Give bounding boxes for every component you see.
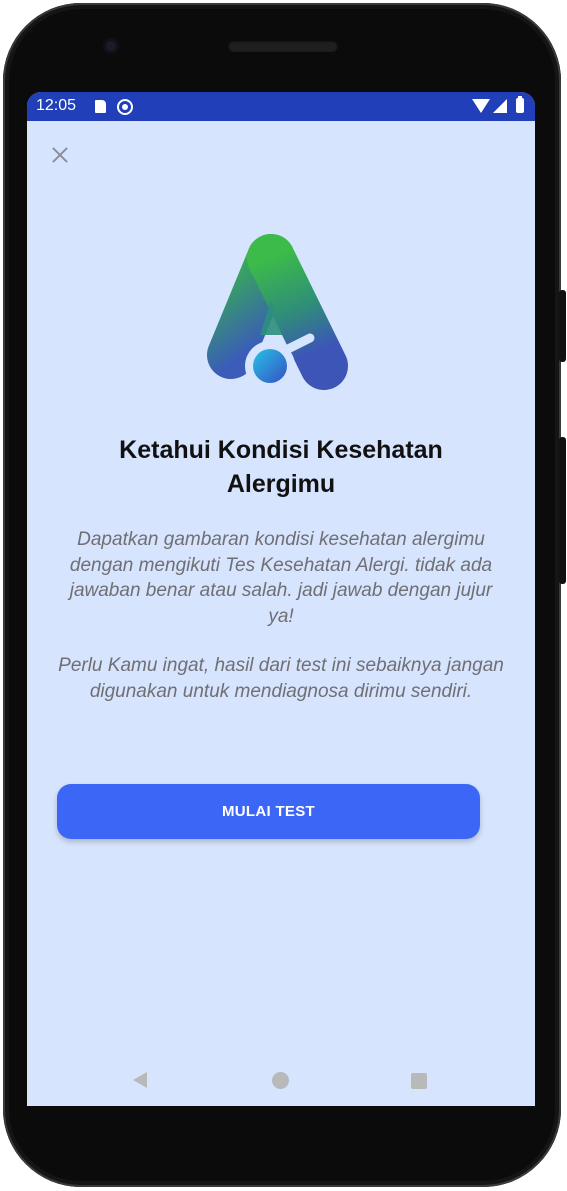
home-icon[interactable] xyxy=(272,1072,289,1089)
close-icon[interactable] xyxy=(49,144,71,166)
back-icon[interactable] xyxy=(133,1072,147,1088)
status-bar: 12:05 xyxy=(27,92,535,121)
battery-icon xyxy=(516,96,524,113)
description-paragraph: Dapatkan gambaran kondisi kesehatan aler… xyxy=(69,529,493,627)
status-time: 12:05 xyxy=(36,97,77,114)
earpiece-speaker xyxy=(228,40,338,52)
power-button xyxy=(559,290,566,362)
wifi-icon xyxy=(472,99,490,113)
navigation-bar xyxy=(27,1052,535,1112)
sd-card-icon xyxy=(95,100,106,113)
app-screen: 12:05 Ketahui Kondisi Kesehatan Alergimu… xyxy=(27,92,535,1106)
volume-button xyxy=(559,437,566,584)
disclaimer-paragraph: Perlu Kamu ingat, hasil dari test ini se… xyxy=(58,655,504,702)
signal-icon xyxy=(493,99,507,113)
page-title: Ketahui Kondisi Kesehatan Alergimu xyxy=(119,436,443,498)
app-logo-icon xyxy=(207,234,348,391)
recents-icon[interactable] xyxy=(411,1073,427,1089)
sync-icon xyxy=(117,99,133,115)
start-test-button[interactable]: MULAI TEST xyxy=(57,784,480,839)
front-camera xyxy=(103,38,119,54)
